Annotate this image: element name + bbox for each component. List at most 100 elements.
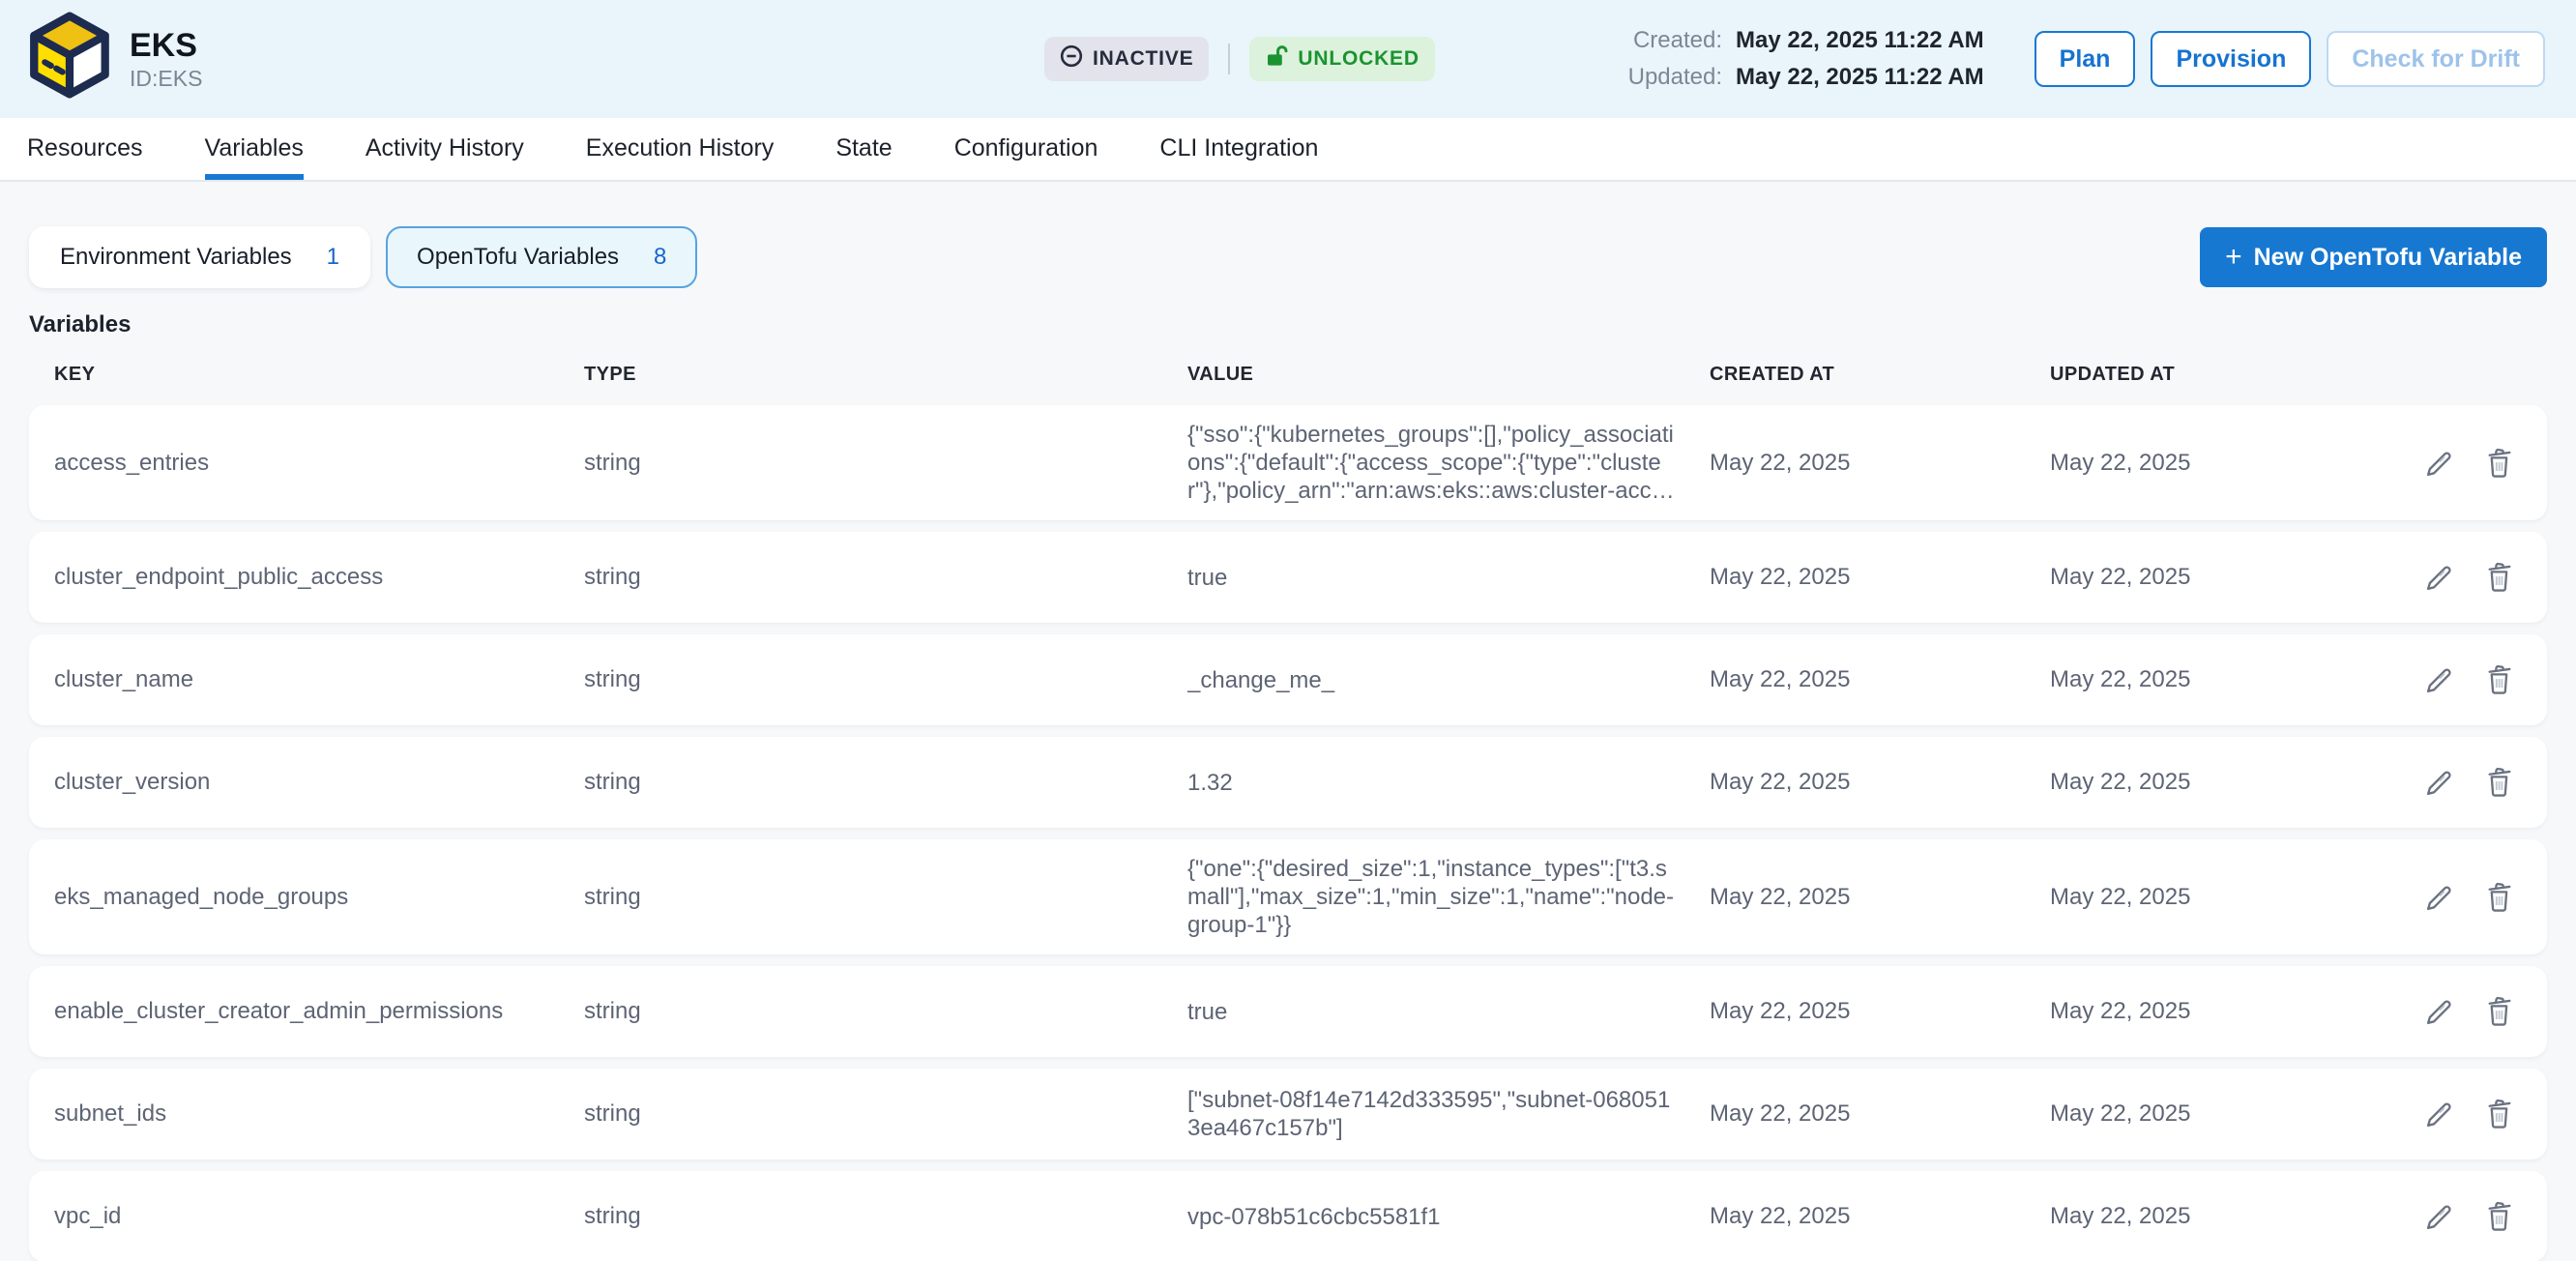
header-actions: Plan Provision Check for Drift: [2034, 31, 2545, 87]
tab-execution-history[interactable]: Execution History: [586, 118, 775, 180]
pencil-icon: [2425, 768, 2454, 797]
tab-configuration[interactable]: Configuration: [954, 118, 1098, 180]
tab-variables[interactable]: Variables: [205, 118, 304, 180]
variable-key: cluster_version: [54, 769, 584, 796]
pencil-icon: [2425, 1202, 2454, 1231]
updated-value: May 22, 2025 11:22 AM: [1736, 64, 1984, 91]
variable-key: cluster_name: [54, 666, 584, 693]
check-for-drift-button[interactable]: Check for Drift: [2327, 31, 2545, 87]
column-created-at: Created At: [1710, 364, 2050, 386]
trash-icon: [2485, 767, 2514, 798]
row-actions: [2425, 996, 2522, 1027]
opentofu-variables-count: 8: [654, 244, 666, 271]
env0-cube-logo-icon: [27, 11, 112, 107]
brand-text: EKS ID:EKS: [130, 26, 202, 92]
main-tabbar: Resources Variables Activity History Exe…: [0, 118, 2576, 182]
edit-variable-button[interactable]: [2425, 563, 2454, 592]
column-value: Value: [1187, 364, 1710, 386]
lock-status-badge: UNLOCKED: [1249, 37, 1434, 81]
environment-id: ID:EKS: [130, 65, 202, 92]
table-row: cluster_version string 1.32 May 22, 2025…: [29, 737, 2547, 828]
variable-created-at: May 22, 2025: [1710, 998, 2050, 1025]
edit-variable-button[interactable]: [2425, 883, 2454, 912]
variable-type: string: [584, 769, 1187, 796]
row-actions: [2425, 562, 2522, 593]
environment-page: EKS ID:EKS INACTIVE: [0, 0, 2576, 1261]
provision-button[interactable]: Provision: [2151, 31, 2311, 87]
created-value: May 22, 2025 11:22 AM: [1736, 27, 1984, 54]
variable-updated-at: May 22, 2025: [2050, 769, 2340, 796]
variable-key: cluster_endpoint_public_access: [54, 564, 584, 591]
delete-variable-button[interactable]: [2485, 767, 2514, 798]
pencil-icon: [2425, 997, 2454, 1026]
variable-updated-at: May 22, 2025: [2050, 884, 2340, 911]
table-row: cluster_endpoint_public_access string tr…: [29, 532, 2547, 623]
variable-key: eks_managed_node_groups: [54, 884, 584, 911]
tab-state[interactable]: State: [835, 118, 892, 180]
variable-updated-at: May 22, 2025: [2050, 1203, 2340, 1230]
variable-created-at: May 22, 2025: [1710, 769, 2050, 796]
row-actions: [2425, 664, 2522, 695]
variable-key: subnet_ids: [54, 1100, 584, 1128]
variable-type: string: [584, 1100, 1187, 1128]
edit-variable-button[interactable]: [2425, 665, 2454, 694]
subtab-opentofu-variables[interactable]: OpenTofu Variables 8: [386, 226, 697, 288]
tab-resources[interactable]: Resources: [27, 118, 143, 180]
variable-key: vpc_id: [54, 1203, 584, 1230]
timestamps: Created: May 22, 2025 11:22 AM Updated: …: [1628, 27, 1984, 91]
subtab-environment-variables[interactable]: Environment Variables 1: [29, 226, 370, 288]
updated-label: Updated:: [1628, 64, 1722, 91]
pencil-icon: [2425, 665, 2454, 694]
delete-variable-button[interactable]: [2485, 996, 2514, 1027]
variable-type: string: [584, 884, 1187, 911]
table-row: cluster_name string _change_me_ May 22, …: [29, 634, 2547, 725]
edit-variable-button[interactable]: [2425, 449, 2454, 478]
edit-variable-button[interactable]: [2425, 1100, 2454, 1129]
variable-updated-at: May 22, 2025: [2050, 666, 2340, 693]
row-actions: [2425, 882, 2522, 913]
delete-variable-button[interactable]: [2485, 1099, 2514, 1129]
variable-value: true: [1187, 564, 1710, 592]
edit-variable-button[interactable]: [2425, 768, 2454, 797]
delete-variable-button[interactable]: [2485, 1201, 2514, 1232]
variable-type: string: [584, 998, 1187, 1025]
variable-type: string: [584, 450, 1187, 477]
variable-created-at: May 22, 2025: [1710, 666, 2050, 693]
variable-updated-at: May 22, 2025: [2050, 564, 2340, 591]
variable-value: {"sso":{"kubernetes_groups":[],"policy_a…: [1187, 421, 1710, 505]
tab-cli-integration[interactable]: CLI Integration: [1159, 118, 1318, 180]
edit-variable-button[interactable]: [2425, 1202, 2454, 1231]
variable-updated-at: May 22, 2025: [2050, 450, 2340, 477]
subtab-opentofu-variables-label: OpenTofu Variables: [417, 244, 619, 271]
variable-value: ["subnet-08f14e7142d333595","subnet-0680…: [1187, 1086, 1710, 1142]
page-header: EKS ID:EKS INACTIVE: [0, 0, 2576, 118]
delete-variable-button[interactable]: [2485, 562, 2514, 593]
variable-value: vpc-078b51c6cbc5581f1: [1187, 1203, 1710, 1231]
subtab-environment-variables-label: Environment Variables: [60, 244, 292, 271]
variables-subtabs: Environment Variables 1 OpenTofu Variabl…: [29, 226, 2547, 288]
variable-updated-at: May 22, 2025: [2050, 1100, 2340, 1128]
minus-circle-icon: [1060, 44, 1083, 73]
delete-variable-button[interactable]: [2485, 448, 2514, 479]
tab-activity-history[interactable]: Activity History: [366, 118, 524, 180]
row-actions: [2425, 448, 2522, 479]
variable-created-at: May 22, 2025: [1710, 1203, 2050, 1230]
variables-table: access_entries string {"sso":{"kubernete…: [29, 405, 2547, 1261]
delete-variable-button[interactable]: [2485, 882, 2514, 913]
new-opentofu-variable-button[interactable]: + New OpenTofu Variable: [2200, 227, 2547, 287]
status-badge: INACTIVE: [1044, 37, 1209, 81]
pencil-icon: [2425, 449, 2454, 478]
edit-variable-button[interactable]: [2425, 997, 2454, 1026]
variable-value: 1.32: [1187, 769, 1710, 797]
variable-created-at: May 22, 2025: [1710, 450, 2050, 477]
plan-button[interactable]: Plan: [2034, 31, 2136, 87]
variables-content: Environment Variables 1 OpenTofu Variabl…: [0, 182, 2576, 1261]
delete-variable-button[interactable]: [2485, 664, 2514, 695]
trash-icon: [2485, 1099, 2514, 1129]
trash-icon: [2485, 448, 2514, 479]
variable-key: access_entries: [54, 450, 584, 477]
row-actions: [2425, 767, 2522, 798]
variable-type: string: [584, 1203, 1187, 1230]
column-type: Type: [584, 364, 1187, 386]
badge-divider: [1228, 44, 1230, 74]
